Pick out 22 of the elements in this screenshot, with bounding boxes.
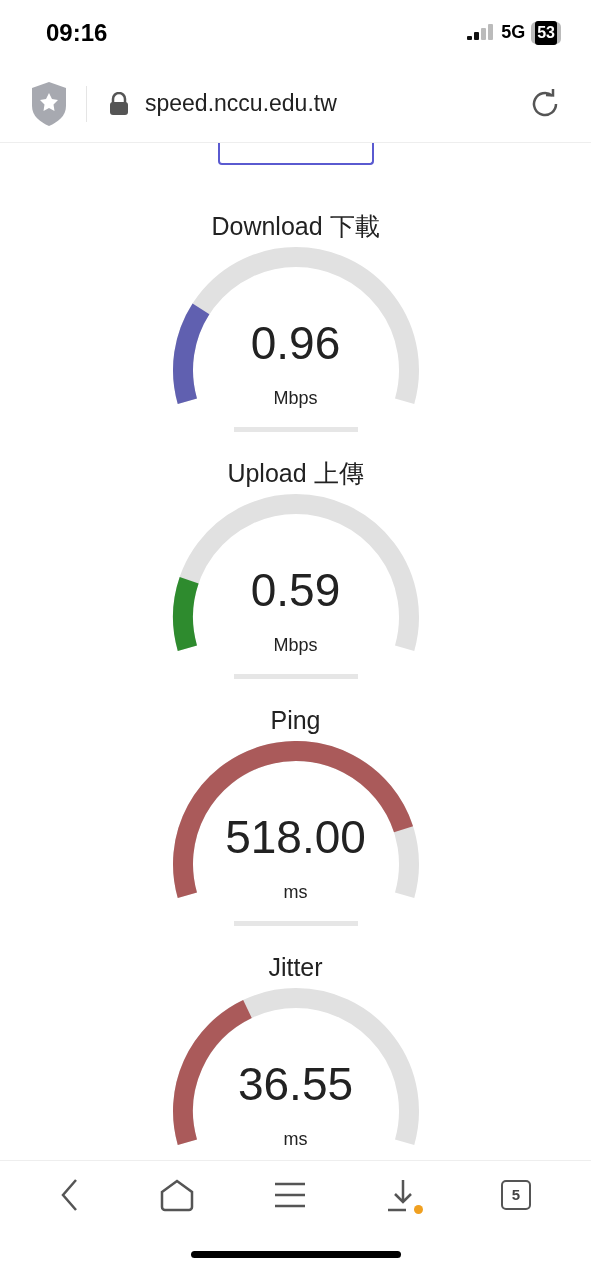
tabs-button[interactable]: 5 bbox=[500, 1180, 531, 1210]
start-button[interactable] bbox=[217, 143, 374, 165]
network-type: 5G bbox=[501, 21, 526, 44]
home-icon[interactable] bbox=[160, 1178, 195, 1212]
gauge-value: 0.59 bbox=[250, 564, 341, 616]
lock-icon bbox=[109, 91, 129, 116]
gauge-title: Ping bbox=[270, 705, 321, 735]
status-time: 09:16 bbox=[46, 17, 108, 48]
url-field[interactable]: speed.nccu.edu.tw bbox=[145, 86, 337, 121]
menu-icon[interactable] bbox=[274, 1181, 307, 1209]
gauge-title: Download 下載 bbox=[211, 211, 380, 241]
gauge-title: Upload 上傳 bbox=[227, 458, 364, 488]
gauge-title: Jitter bbox=[268, 952, 323, 982]
gauge-value: 0.96 bbox=[250, 317, 341, 369]
gauge-value: 518.00 bbox=[225, 811, 366, 863]
gauge-unit: Mbps bbox=[273, 387, 318, 409]
gauge-value: 36.55 bbox=[237, 1058, 354, 1110]
signal-icon bbox=[467, 23, 496, 42]
battery-indicator: 53 bbox=[531, 21, 561, 44]
gauge-unit: ms bbox=[283, 1128, 308, 1150]
gauge-unit: ms bbox=[283, 881, 308, 903]
gauge-unit: Mbps bbox=[273, 634, 318, 656]
